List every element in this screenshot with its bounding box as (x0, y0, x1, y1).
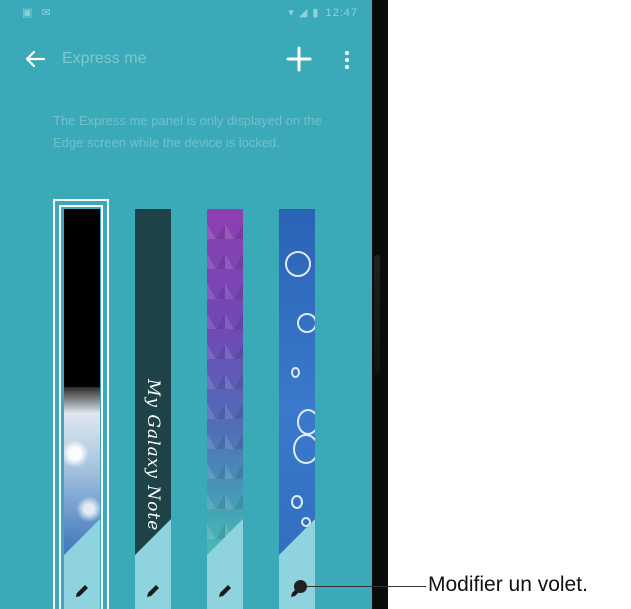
bubble-decoration (293, 434, 315, 464)
add-icon[interactable] (286, 46, 312, 72)
panel-triangles[interactable] (207, 209, 243, 609)
pencil-icon[interactable] (143, 581, 163, 601)
bubble-decoration (291, 495, 303, 509)
callout-label: Modifier un volet. (428, 573, 588, 596)
clock: 12:47 (325, 7, 358, 19)
bubble-decoration (285, 251, 311, 277)
device-screen: ▣ ✉ ▾ ◢ ▮ 12:47 Express me The Express me… (0, 0, 372, 609)
panel-text: My Galaxy Note (143, 379, 163, 532)
status-icons: ▾ ◢ ▮ 12:47 (288, 6, 358, 19)
notification-icons: ▣ ✉ (22, 7, 54, 19)
panel-my-galaxy-note[interactable]: My Galaxy Note (135, 209, 171, 609)
pencil-icon[interactable] (215, 581, 235, 601)
selection-outline (53, 199, 109, 609)
device-bezel (372, 0, 388, 609)
back-arrow-icon[interactable] (22, 46, 48, 72)
more-options-icon[interactable] (340, 48, 354, 72)
edge-handle (374, 255, 380, 375)
status-bar: ▣ ✉ ▾ ◢ ▮ 12:47 (0, 0, 372, 26)
callout-line (300, 586, 426, 587)
page-title: Express me (62, 50, 147, 67)
signal-icons: ▾ ◢ ▮ (288, 7, 320, 19)
callout-pointer (294, 580, 307, 593)
bubble-decoration (297, 313, 315, 333)
action-bar: Express me (0, 34, 372, 86)
bubble-decoration (297, 409, 315, 435)
panel-bubbles[interactable] (279, 209, 315, 609)
bubble-decoration (291, 367, 300, 378)
description-text: The Express me panel is only displayed o… (53, 113, 322, 150)
